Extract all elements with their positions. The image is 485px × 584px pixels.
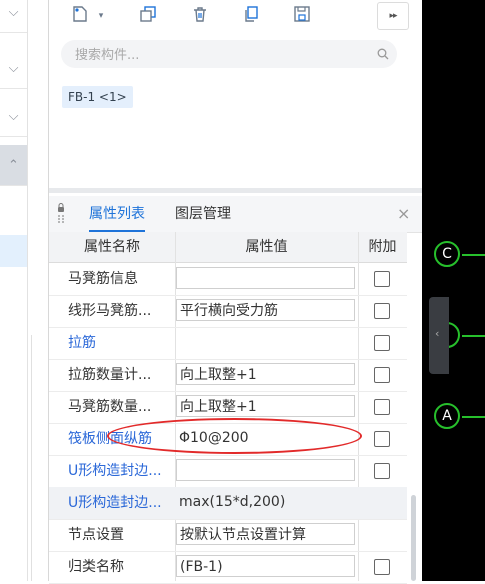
search-input[interactable] (73, 40, 367, 70)
table-row[interactable]: 线形马凳筋... 平行横向受力筋 (49, 295, 407, 328)
more-icon: ▸▸ (389, 11, 397, 21)
search-icon[interactable] (377, 48, 389, 60)
attach-checkbox[interactable] (374, 559, 390, 575)
property-name: 归类名称 (68, 559, 124, 575)
attach-checkbox[interactable] (374, 367, 390, 383)
close-icon[interactable]: × (397, 196, 410, 232)
table-row[interactable]: 节点设置 按默认节点设置计算 (49, 519, 407, 552)
table-row[interactable]: 拉筋 (49, 327, 407, 360)
tab-layer-management[interactable]: 图层管理 (175, 196, 231, 232)
axis-label-c[interactable]: C (434, 241, 460, 267)
property-name: 拉筋数量计... (68, 367, 152, 383)
tab-label: 属性列表 (89, 206, 145, 222)
table-row[interactable]: 马凳筋信息 (49, 263, 407, 296)
property-value-field[interactable]: 向上取整+1 (176, 363, 355, 385)
dropdown-arrow-icon[interactable]: ▾ (93, 5, 109, 27)
table-row[interactable]: 归类名称 (FB-1) (49, 551, 407, 584)
property-name: 马凳筋信息 (68, 271, 138, 287)
tab-label: 图层管理 (175, 206, 231, 222)
selected-tree-item[interactable] (0, 235, 27, 267)
chevron-down-icon[interactable]: ⌵ (0, 0, 27, 33)
table-row[interactable]: 拉筋数量计... 向上取整+1 (49, 359, 407, 392)
table-row[interactable]: U形构造封边... max(15*d,200) (49, 487, 407, 520)
new-component-icon[interactable] (69, 3, 91, 25)
property-value-field[interactable]: 向上取整+1 (176, 395, 355, 417)
scrollbar[interactable] (411, 495, 416, 581)
chevron-up-icon[interactable]: ⌃ (0, 145, 27, 186)
left-collapsed-panel: ⌵ ⌵ ⌵ ⌃ (0, 0, 28, 581)
component-list-item[interactable]: FB-1 <1> (62, 86, 133, 108)
attach-checkbox[interactable] (374, 271, 390, 287)
property-name: 拉筋 (68, 335, 96, 351)
property-name: 节点设置 (68, 527, 124, 543)
table-header: 属性名称 属性值 附加 (49, 232, 407, 263)
property-value-field[interactable]: 按默认节点设置计算 (176, 523, 355, 545)
property-name: 线形马凳筋... (68, 303, 152, 319)
property-value-field[interactable]: (FB-1) (176, 555, 355, 577)
lock-grip-icon[interactable] (55, 203, 67, 225)
axis-line (462, 254, 485, 256)
axis-line (462, 416, 485, 418)
attach-checkbox[interactable] (374, 463, 390, 479)
copy-icon[interactable] (137, 3, 159, 25)
delete-icon[interactable] (189, 3, 211, 25)
chevron-down-icon[interactable]: ⌵ (0, 96, 27, 137)
drawing-canvas[interactable]: C A (422, 0, 485, 581)
property-tabs-bar: 属性列表 图层管理 × (49, 196, 423, 233)
property-value-field[interactable]: 平行横向受力筋 (176, 299, 355, 321)
red-annotation-ellipse (107, 418, 362, 454)
toolbar: ▾ ▸▸ (49, 0, 423, 32)
attach-checkbox[interactable] (374, 303, 390, 319)
attach-checkbox[interactable] (374, 431, 390, 447)
chevron-down-icon[interactable]: ⌵ (0, 48, 27, 89)
header-property-name[interactable]: 属性名称 (49, 232, 175, 262)
property-name: U形构造封边... (68, 495, 162, 511)
property-value-field[interactable] (176, 331, 355, 353)
collapse-handle[interactable]: ‹ (429, 297, 449, 374)
property-value-field[interactable] (176, 459, 355, 481)
search-box[interactable] (61, 40, 397, 70)
header-property-value[interactable]: 属性值 (175, 232, 358, 262)
more-button[interactable]: ▸▸ (377, 2, 409, 30)
panel-divider[interactable] (49, 188, 423, 193)
axis-label-a[interactable]: A (434, 403, 460, 429)
tab-property-list[interactable]: 属性列表 (77, 196, 157, 232)
header-attach[interactable]: 附加 (358, 232, 407, 262)
component-panel: ▾ ▸▸ FB-1 <1> 属性列表 图层管理 (48, 0, 423, 584)
attach-checkbox[interactable] (374, 335, 390, 351)
attach-checkbox[interactable] (374, 399, 390, 415)
property-value-field[interactable]: max(15*d,200) (176, 491, 355, 513)
property-name: U形构造封边... (68, 463, 162, 479)
axis-line (462, 335, 485, 337)
property-value-field[interactable] (176, 267, 355, 289)
divider (31, 335, 32, 581)
table-row[interactable]: U形构造封边... (49, 455, 407, 488)
chevron-left-icon: ‹ (435, 327, 440, 340)
property-name: 马凳筋数量... (68, 399, 152, 415)
save-icon[interactable] (291, 3, 313, 25)
duplicate-icon[interactable] (239, 3, 261, 25)
